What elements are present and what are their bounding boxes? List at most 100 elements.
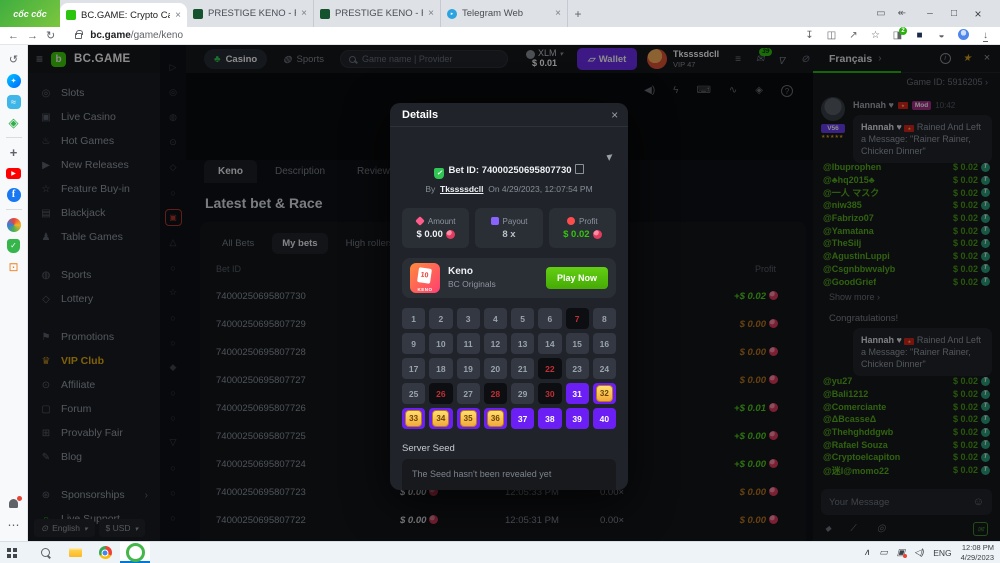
sidebar-item[interactable]: New Releases — [28, 153, 160, 177]
rail-icon[interactable] — [0, 205, 28, 214]
tray-expand-icon[interactable] — [864, 547, 871, 558]
pin-sidebar-icon[interactable] — [898, 8, 906, 19]
new-tab-button[interactable]: + — [568, 0, 588, 27]
slash-command-icon[interactable] — [853, 523, 855, 534]
table-row[interactable]: 74000250695807722 $ 0.00 12:05:31 PM 0.0… — [200, 506, 806, 534]
chat-rules-icon[interactable] — [973, 522, 988, 536]
sidebar-item[interactable]: Blackjack — [28, 201, 160, 225]
game-strip-icon[interactable] — [160, 455, 186, 480]
list-item[interactable]: @ΔBcasseΔ $ 0.02 — [823, 413, 990, 426]
bets-tab[interactable]: My bets — [272, 233, 327, 254]
game-info-tab[interactable]: Description — [261, 160, 339, 183]
url-text[interactable]: bc.game/game/keno — [90, 30, 183, 41]
sidebar-item[interactable]: Promotions — [28, 325, 160, 349]
game-toolbar-icon[interactable] — [781, 85, 793, 97]
user-info[interactable]: Tkssssdcll VIP 47 — [673, 49, 719, 69]
list-item[interactable]: @niw385 $ 0.02 — [823, 199, 990, 212]
list-item[interactable]: @Rafael Souza $ 0.02 — [823, 438, 990, 451]
rain-username[interactable]: @yu27 — [823, 376, 852, 386]
rain-username[interactable]: @Ibuprophen — [823, 162, 881, 172]
notifications-bell-icon[interactable] — [779, 54, 786, 65]
chat-input-box[interactable] — [821, 489, 992, 515]
list-item[interactable]: @TheSilj $ 0.02 — [823, 237, 990, 250]
hamburger-menu-icon[interactable]: ≡ — [36, 52, 43, 66]
list-item[interactable]: @Yamatana $ 0.02 — [823, 224, 990, 237]
language-select[interactable]: English — [34, 519, 95, 537]
game-strip-icon[interactable] — [160, 255, 186, 280]
sidebar-item[interactable]: Slots — [28, 81, 160, 105]
list-item[interactable]: @AgustinLuppi $ 0.02 — [823, 250, 990, 263]
browser-action-icon[interactable] — [803, 30, 816, 41]
chat-toggle-icon[interactable] — [801, 54, 809, 65]
coccoc-brand-logo[interactable]: cốc cốc — [0, 0, 60, 27]
reload-button[interactable] — [46, 29, 55, 42]
browser-tab[interactable]: Telegram Web × — [441, 0, 568, 27]
game-strip-icon[interactable] — [160, 205, 186, 230]
rain-username[interactable]: @Fabrizo07 — [823, 213, 874, 223]
rain-username[interactable]: @TheSilj — [823, 238, 861, 248]
window-maximize-button[interactable] — [942, 8, 966, 19]
rail-icon[interactable] — [0, 163, 28, 184]
tray-display-icon[interactable] — [879, 547, 888, 558]
game-strip-icon[interactable] — [160, 430, 186, 455]
list-item[interactable]: @Thehghddgwb $ 0.02 — [823, 426, 990, 439]
start-button[interactable] — [0, 542, 30, 563]
sports-toggle[interactable]: Sports — [283, 54, 324, 65]
rain-username[interactable]: @Csgnbbwvalyb — [823, 264, 895, 274]
rain-username[interactable]: @ΔBcasseΔ — [823, 414, 876, 424]
browser-action-icon[interactable] — [935, 30, 948, 41]
game-toolbar-icon[interactable] — [696, 85, 710, 97]
currency-select[interactable]: $ USD — [99, 519, 146, 537]
game-toolbar-icon[interactable] — [729, 85, 737, 97]
sidebar-item[interactable]: VIP Club — [28, 349, 160, 373]
game-search[interactable] — [340, 50, 508, 68]
trophy-icon[interactable] — [963, 53, 972, 64]
game-strip-icon[interactable] — [160, 480, 186, 505]
game-strip-icon[interactable] — [160, 380, 186, 405]
tab-close-icon[interactable]: × — [555, 8, 561, 19]
list-item[interactable]: @yu27 $ 0.02 — [823, 375, 990, 388]
game-strip-icon[interactable] — [160, 280, 186, 305]
window-minimize-button[interactable] — [918, 8, 942, 19]
rain-username[interactable]: @GoodGrief — [823, 277, 876, 287]
keno-game-tile[interactable]: 10 KENO — [410, 263, 440, 293]
sidebar-item[interactable]: Sponsorships › — [28, 483, 160, 507]
sidebar-item[interactable]: Feature Buy-in — [28, 177, 160, 201]
tab-close-icon[interactable]: × — [301, 8, 307, 19]
browser-action-icon[interactable] — [869, 30, 882, 41]
rain-username[interactable]: @Bali1212 — [823, 389, 868, 399]
browser-action-icon[interactable] — [979, 30, 992, 41]
rail-icon[interactable] — [0, 133, 28, 142]
list-item[interactable]: @Ibuprophen $ 0.02 — [823, 161, 990, 174]
coccoc-browser-icon[interactable] — [120, 542, 150, 563]
taskbar-search-icon[interactable] — [30, 542, 60, 563]
game-strip-icon[interactable] — [160, 80, 186, 105]
list-item[interactable]: @Bali1212 $ 0.02 — [823, 388, 990, 401]
rail-icon[interactable] — [0, 493, 28, 514]
bets-tab[interactable]: All Bets — [222, 238, 254, 249]
avatar[interactable] — [821, 97, 845, 121]
play-now-button[interactable]: Play Now — [546, 267, 608, 289]
game-strip-icon[interactable] — [160, 230, 186, 255]
browser-tab[interactable]: BC.GAME: Crypto Casino Gar × — [60, 3, 187, 27]
rain-username[interactable]: @一人 マスク — [823, 186, 879, 199]
rail-icon[interactable] — [0, 112, 28, 133]
file-explorer-icon[interactable] — [60, 542, 90, 563]
back-button[interactable] — [8, 30, 19, 42]
casino-toggle[interactable]: Casino — [204, 49, 267, 69]
sidebar-item[interactable]: Lottery — [28, 287, 160, 311]
user-avatar[interactable] — [647, 49, 667, 69]
game-toolbar-icon[interactable] — [644, 85, 655, 97]
server-seed-value[interactable]: The Seed hasn't been revealed yet — [402, 459, 616, 490]
rain-username[interactable]: @Thehghddgwb — [823, 427, 893, 437]
gif-icon[interactable] — [877, 523, 886, 534]
rain-username[interactable]: @Cryptoelcapiton — [823, 452, 900, 462]
rail-icon[interactable] — [0, 514, 28, 535]
browser-tab[interactable]: PRESTIGE KENO - Français - | × — [314, 0, 441, 27]
game-strip-icon[interactable] — [160, 330, 186, 355]
rail-icon[interactable] — [0, 49, 28, 70]
browser-action-icon[interactable] — [825, 30, 838, 41]
bcgame-logo-icon[interactable]: b — [51, 52, 66, 67]
emoji-icon[interactable] — [973, 496, 984, 508]
rain-username[interactable]: @Rafael Souza — [823, 440, 888, 450]
